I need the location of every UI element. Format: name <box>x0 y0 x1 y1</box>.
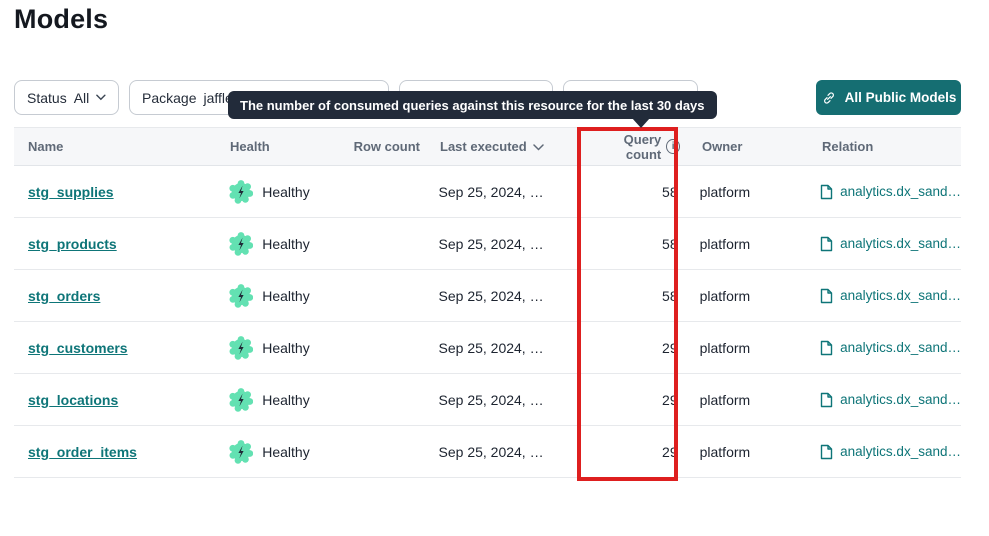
column-header-last-executed[interactable]: Last executed <box>420 139 592 154</box>
status-filter-value: All <box>74 90 90 106</box>
relation-link[interactable]: analytics.dx_sand… <box>840 340 961 355</box>
owner-cell: platform <box>690 340 820 356</box>
column-header-health: Health <box>230 139 350 154</box>
table-header-row: Name Health Row count Last executed Quer… <box>14 127 961 166</box>
query-count-cell: 29 <box>590 392 690 408</box>
all-public-models-button[interactable]: All Public Models <box>816 80 961 115</box>
link-icon <box>821 90 837 106</box>
owner-cell: platform <box>690 288 820 304</box>
all-public-models-label: All Public Models <box>845 90 957 105</box>
document-icon <box>819 236 834 252</box>
health-status-label: Healthy <box>262 236 309 252</box>
package-filter-label: Package <box>142 90 196 106</box>
column-header-relation: Relation <box>822 139 961 154</box>
sort-chevron-down-icon[interactable] <box>533 144 544 151</box>
model-name-link[interactable]: stg_orders <box>28 288 100 304</box>
owner-cell: platform <box>690 184 820 200</box>
model-name-link[interactable]: stg_order_items <box>28 444 137 460</box>
column-header-name: Name <box>14 139 230 154</box>
owner-cell: platform <box>690 236 820 252</box>
query-count-cell: 58 <box>590 288 690 304</box>
relation-link[interactable]: analytics.dx_sand… <box>840 392 961 407</box>
last-executed-cell: Sep 25, 2024, … <box>419 236 590 252</box>
health-status-label: Healthy <box>262 444 309 460</box>
relation-link[interactable]: analytics.dx_sand… <box>840 184 961 199</box>
relation-link[interactable]: analytics.dx_sand… <box>840 236 961 251</box>
relation-link[interactable]: analytics.dx_sand… <box>840 288 961 303</box>
table-row: stg_locations Healthy Sep 25, 2024, … 29… <box>14 374 961 426</box>
query-count-label: Query count <box>592 132 661 162</box>
owner-cell: platform <box>690 444 820 460</box>
health-status-label: Healthy <box>262 340 309 356</box>
status-filter-label: Status <box>27 90 67 106</box>
last-executed-cell: Sep 25, 2024, … <box>419 184 590 200</box>
page-title: Models <box>14 4 108 35</box>
query-count-cell: 58 <box>590 184 690 200</box>
tooltip: The number of consumed queries against t… <box>228 91 717 119</box>
info-icon[interactable]: i <box>666 139 680 154</box>
models-table: Name Health Row count Last executed Quer… <box>14 127 961 478</box>
health-status-icon <box>229 180 253 204</box>
column-header-row-count: Row count <box>350 139 420 154</box>
health-status-icon <box>229 388 253 412</box>
document-icon <box>819 288 834 304</box>
table-row: stg_order_items Healthy Sep 25, 2024, … … <box>14 426 961 478</box>
document-icon <box>819 184 834 200</box>
last-executed-cell: Sep 25, 2024, … <box>419 340 590 356</box>
health-status-icon <box>229 336 253 360</box>
table-row: stg_customers Healthy Sep 25, 2024, … 29… <box>14 322 961 374</box>
column-header-query-count: Query count i <box>592 132 692 162</box>
last-executed-label: Last executed <box>440 139 527 154</box>
health-status-label: Healthy <box>262 392 309 408</box>
health-status-label: Healthy <box>262 184 309 200</box>
health-status-label: Healthy <box>262 288 309 304</box>
model-name-link[interactable]: stg_supplies <box>28 184 114 200</box>
owner-cell: platform <box>690 392 820 408</box>
document-icon <box>819 444 834 460</box>
health-status-icon <box>229 440 253 464</box>
column-header-owner: Owner <box>692 139 822 154</box>
document-icon <box>819 392 834 408</box>
health-status-icon <box>229 284 253 308</box>
last-executed-cell: Sep 25, 2024, … <box>419 444 590 460</box>
table-row: stg_supplies Healthy Sep 25, 2024, … 58 … <box>14 166 961 218</box>
model-name-link[interactable]: stg_locations <box>28 392 118 408</box>
last-executed-cell: Sep 25, 2024, … <box>419 288 590 304</box>
model-name-link[interactable]: stg_products <box>28 236 117 252</box>
chevron-down-icon <box>96 94 106 101</box>
relation-link[interactable]: analytics.dx_sand… <box>840 444 961 459</box>
status-filter[interactable]: Status All <box>14 80 119 115</box>
model-name-link[interactable]: stg_customers <box>28 340 128 356</box>
query-count-cell: 29 <box>590 340 690 356</box>
tooltip-arrow <box>632 118 650 128</box>
table-row: stg_products Healthy Sep 25, 2024, … 58 … <box>14 218 961 270</box>
models-page: Models Status All Package jaffle_ All Pu… <box>0 0 989 536</box>
query-count-cell: 58 <box>590 236 690 252</box>
table-body: stg_supplies Healthy Sep 25, 2024, … 58 … <box>14 166 961 478</box>
document-icon <box>819 340 834 356</box>
table-row: stg_orders Healthy Sep 25, 2024, … 58 pl… <box>14 270 961 322</box>
health-status-icon <box>229 232 253 256</box>
query-count-cell: 29 <box>590 444 690 460</box>
last-executed-cell: Sep 25, 2024, … <box>419 392 590 408</box>
